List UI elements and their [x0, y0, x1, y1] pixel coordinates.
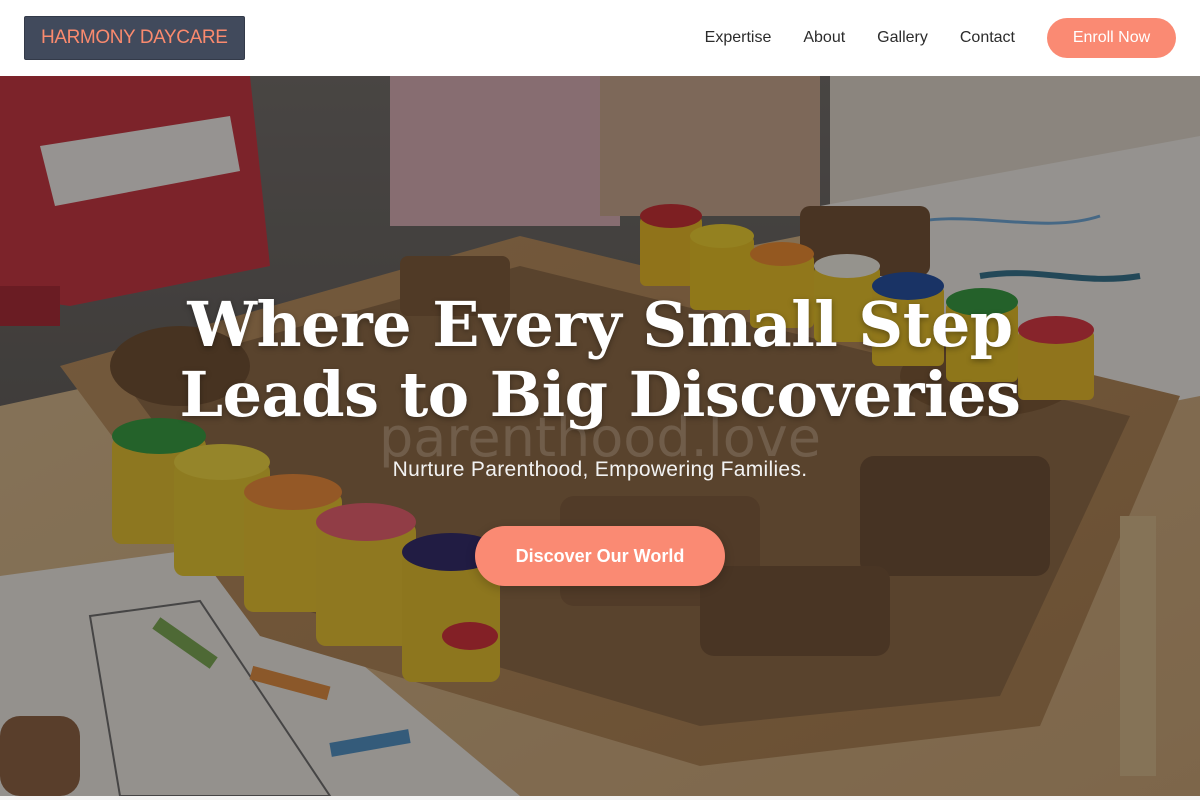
hero-title-line-2: Leads to Big Discoveries	[179, 358, 1021, 431]
nav-link-expertise[interactable]: Expertise	[705, 29, 772, 47]
enroll-now-button[interactable]: Enroll Now	[1047, 18, 1176, 58]
nav-link-contact[interactable]: Contact	[960, 29, 1015, 47]
main-nav: Expertise About Gallery Contact Enroll N…	[705, 18, 1176, 58]
hero-title-line-1: Where Every Small Step	[187, 288, 1013, 361]
nav-link-gallery[interactable]: Gallery	[877, 29, 928, 47]
site-header: HARMONY DAYCARE Expertise About Gallery …	[0, 0, 1200, 76]
hero-section: parenthood.love Where Every Small Step L…	[0, 76, 1200, 796]
logo[interactable]: HARMONY DAYCARE	[24, 16, 245, 60]
discover-our-world-button[interactable]: Discover Our World	[475, 526, 725, 586]
hero-title: Where Every Small Step Leads to Big Disc…	[100, 290, 1100, 430]
nav-link-about[interactable]: About	[803, 29, 845, 47]
hero-content: parenthood.love Where Every Small Step L…	[0, 76, 1200, 796]
hero-subtitle: Nurture Parenthood, Empowering Families.	[392, 458, 808, 481]
bottom-strip	[0, 796, 1200, 800]
